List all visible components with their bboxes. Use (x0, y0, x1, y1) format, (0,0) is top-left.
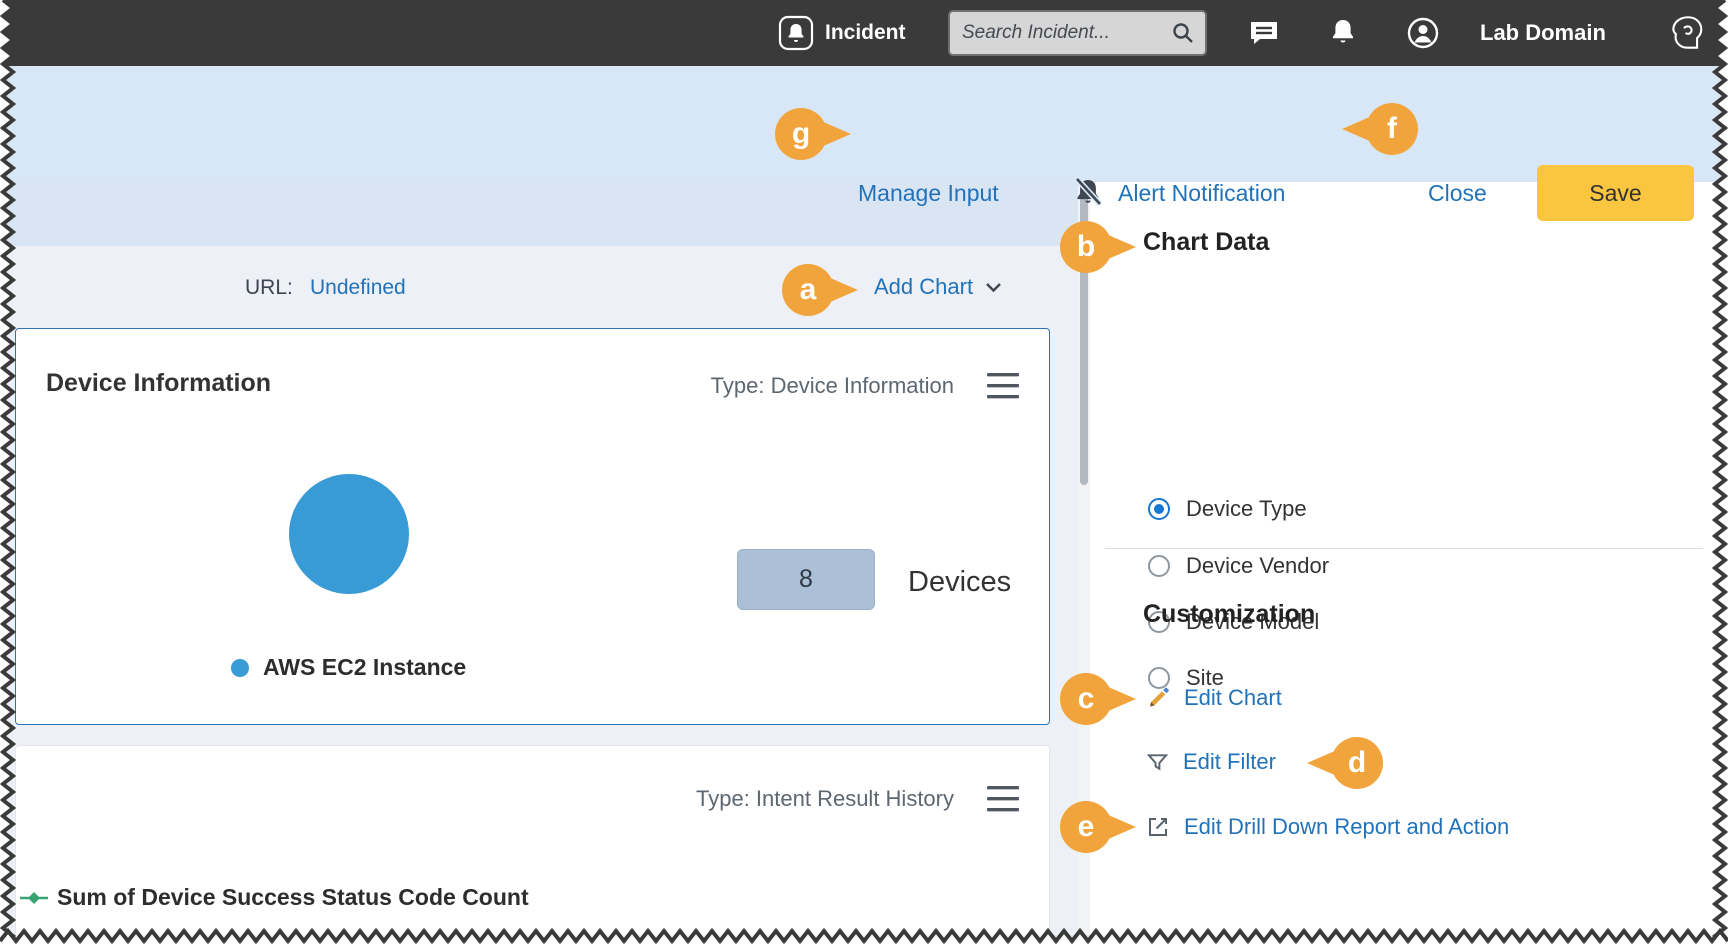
edit-chart-button[interactable]: Edit Chart (1146, 681, 1282, 715)
incident-icon[interactable] (778, 15, 814, 51)
callout-f: f (1366, 103, 1418, 155)
save-button[interactable]: Save (1537, 165, 1694, 221)
callout-g: g (775, 108, 827, 160)
action-label[interactable]: Edit Chart (1184, 685, 1282, 711)
callout-e: e (1060, 801, 1112, 853)
device-count-box: 8 (737, 549, 875, 610)
url-label: URL: (245, 276, 293, 300)
option-label[interactable]: Device Type (1186, 496, 1307, 522)
callout-letter: c (1078, 682, 1095, 716)
callout-letter: d (1348, 746, 1366, 780)
url-value-link[interactable]: Undefined (310, 276, 406, 300)
callout-letter: a (800, 273, 817, 307)
chevron-down-icon[interactable] (985, 282, 1002, 293)
pie-chart (289, 474, 409, 594)
action-label[interactable]: Edit Drill Down Report and Action (1184, 814, 1509, 840)
app-window: Incident (0, 0, 1728, 944)
top-bar: Incident (0, 0, 1728, 66)
search-icon[interactable] (1171, 21, 1195, 45)
alert-notification-button[interactable]: Alert Notification (1118, 176, 1285, 210)
alert-notification-muted-icon[interactable] (1070, 174, 1106, 210)
callout-letter: g (792, 117, 810, 151)
pie-legend: AWS EC2 Instance (231, 654, 466, 681)
card-menu-icon[interactable] (987, 373, 1019, 399)
line-series-legend: Sum of Device Success Status Code Count (20, 884, 529, 911)
panel-divider (1105, 548, 1703, 549)
diamond-marker-icon (20, 891, 48, 905)
action-label[interactable]: Edit Filter (1183, 749, 1276, 775)
incident-nav[interactable]: Incident (778, 0, 906, 66)
radio-icon[interactable] (1148, 555, 1170, 577)
domain-label: Lab Domain (1480, 0, 1606, 66)
callout-a: a (782, 264, 834, 316)
chart-settings-panel: Chart Data Device Type Device Vendor Dev… (1090, 182, 1728, 944)
callout-d: d (1331, 737, 1383, 789)
close-button[interactable]: Close (1428, 176, 1487, 210)
callout-b: b (1060, 221, 1112, 273)
pencil-icon[interactable] (1146, 686, 1170, 710)
ai-assistant-head-icon[interactable] (1664, 12, 1706, 54)
chat-icon[interactable] (1248, 17, 1280, 49)
search-input[interactable] (962, 22, 1171, 44)
add-chart-button[interactable]: Add Chart (874, 274, 1002, 300)
card-title: Device Information (46, 369, 271, 398)
legend-label: AWS EC2 Instance (263, 654, 466, 681)
chart-data-option[interactable]: Device Vendor (1148, 549, 1329, 583)
edit-drilldown-button[interactable]: Edit Drill Down Report and Action (1146, 810, 1509, 844)
callout-letter: e (1078, 810, 1095, 844)
device-count-value: 8 (799, 565, 813, 594)
incident-label: Incident (825, 21, 906, 45)
legend-label: Sum of Device Success Status Code Count (57, 884, 529, 911)
intent-result-history-card: Type: Intent Result History Sum of Devic… (15, 745, 1050, 944)
add-chart-label[interactable]: Add Chart (874, 274, 973, 300)
notifications-bell-icon[interactable] (1327, 16, 1359, 48)
drill-down-icon[interactable] (1146, 815, 1170, 839)
device-count-unit: Devices (908, 566, 1011, 599)
edit-filter-button[interactable]: Edit Filter (1146, 745, 1276, 779)
customization-heading: Customization (1143, 600, 1315, 629)
radio-icon[interactable] (1148, 498, 1170, 520)
editor-toolbar: Manage Input Alert Notification Close Sa… (0, 66, 1728, 182)
search-box[interactable] (948, 10, 1207, 56)
callout-c: c (1060, 673, 1112, 725)
filter-funnel-icon[interactable] (1146, 751, 1169, 774)
manage-input-button[interactable]: Manage Input (858, 176, 999, 210)
legend-dot-icon (231, 659, 249, 677)
user-account-icon[interactable] (1406, 16, 1440, 50)
card-menu-icon[interactable] (987, 786, 1019, 812)
callout-letter: f (1387, 112, 1397, 146)
card-type-label: Type: Intent Result History (696, 786, 954, 812)
callout-letter: b (1077, 230, 1095, 264)
option-label[interactable]: Device Vendor (1186, 553, 1329, 579)
device-information-card: Device Information Type: Device Informat… (15, 328, 1050, 725)
chart-data-option[interactable]: Device Type (1148, 492, 1307, 526)
chart-data-heading: Chart Data (1143, 228, 1269, 257)
card-type-label: Type: Device Information (711, 373, 954, 399)
